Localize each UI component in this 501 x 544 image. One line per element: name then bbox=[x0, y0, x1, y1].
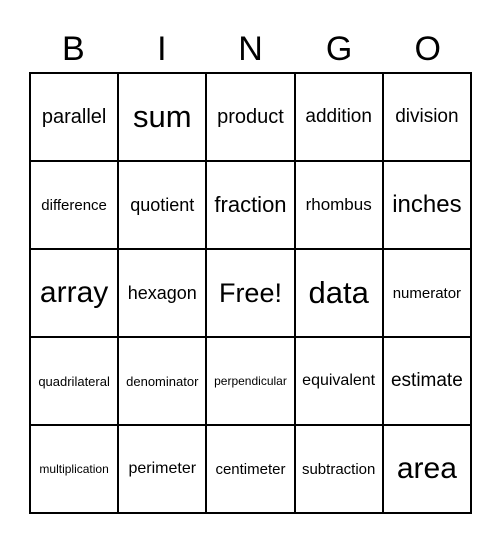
bingo-cell[interactable]: numerator bbox=[381, 248, 473, 338]
bingo-cell[interactable]: multiplication bbox=[28, 424, 120, 514]
bingo-cell[interactable]: sum bbox=[117, 72, 208, 162]
bingo-cell[interactable]: rhombus bbox=[293, 160, 384, 250]
bingo-cell[interactable]: difference bbox=[28, 160, 120, 250]
grid-row: multiplication perimeter centimeter subt… bbox=[28, 424, 473, 514]
bingo-cell[interactable]: quotient bbox=[117, 160, 208, 250]
bingo-header: B I N G O bbox=[29, 26, 472, 72]
bingo-cell[interactable]: perpendicular bbox=[205, 336, 296, 426]
grid-row: parallel sum product addition division bbox=[28, 72, 473, 162]
bingo-cell[interactable]: division bbox=[381, 72, 473, 162]
grid-row: quadrilateral denominator perpendicular … bbox=[28, 336, 473, 426]
grid-row: array hexagon Free! data numerator bbox=[28, 248, 473, 338]
bingo-cell[interactable]: equivalent bbox=[293, 336, 384, 426]
bingo-cell[interactable]: denominator bbox=[117, 336, 208, 426]
header-letter-i: I bbox=[157, 30, 167, 68]
bingo-cell[interactable]: quadrilateral bbox=[28, 336, 120, 426]
bingo-cell[interactable]: area bbox=[381, 424, 473, 514]
bingo-cell[interactable]: inches bbox=[381, 160, 473, 250]
bingo-cell[interactable]: centimeter bbox=[205, 424, 296, 514]
bingo-cell[interactable]: estimate bbox=[381, 336, 473, 426]
bingo-cell[interactable]: array bbox=[28, 248, 120, 338]
bingo-cell[interactable]: subtraction bbox=[293, 424, 384, 514]
bingo-grid: parallel sum product addition division d… bbox=[28, 72, 473, 514]
bingo-cell[interactable]: hexagon bbox=[117, 248, 208, 338]
bingo-cell[interactable]: perimeter bbox=[117, 424, 208, 514]
bingo-cell[interactable]: parallel bbox=[28, 72, 120, 162]
bingo-cell[interactable]: data bbox=[293, 248, 384, 338]
bingo-cell[interactable]: product bbox=[205, 72, 296, 162]
header-letter-b: B bbox=[61, 30, 85, 68]
grid-row: difference quotient fraction rhombus inc… bbox=[28, 160, 473, 250]
header-letter-o: O bbox=[414, 30, 441, 68]
header-letter-g: G bbox=[325, 30, 353, 68]
bingo-cell[interactable]: fraction bbox=[205, 160, 296, 250]
free-space[interactable]: Free! bbox=[205, 248, 296, 338]
bingo-cell[interactable]: addition bbox=[293, 72, 384, 162]
header-letter-n: N bbox=[238, 30, 263, 68]
